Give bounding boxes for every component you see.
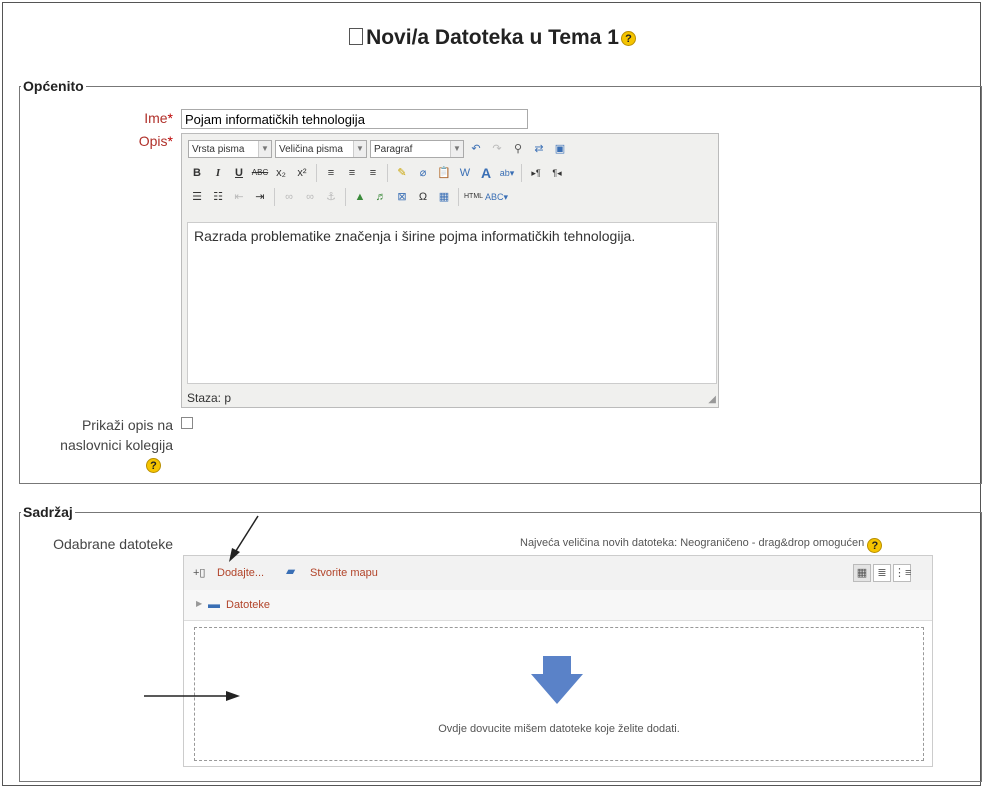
text-color-icon[interactable]: A [477,164,495,182]
expand-arrow-icon[interactable]: ▶ [196,599,202,608]
replace-icon[interactable]: ⇄ [530,140,548,158]
bold-icon[interactable]: B [188,164,206,182]
document-icon [349,28,364,45]
help-icon[interactable]: ? [867,538,883,553]
file-picker-toolbar: +▯ Dodajte... ▰ Stvorite mapu ▦ ≣ ⋮≡ [184,556,932,591]
unlink-icon[interactable]: ∞ [301,188,319,206]
find-icon[interactable]: ⚲ [509,140,527,158]
subscript-icon[interactable]: x₂ [272,164,290,182]
indent-icon[interactable]: ⇥ [251,188,269,206]
drop-instructions: Ovdje dovucite mišem datoteke koje želit… [438,723,680,735]
strikethrough-icon[interactable]: ABC [251,164,269,182]
italic-icon[interactable]: I [209,164,227,182]
editor-toolbar-row-2: B I U ABC x₂ x² ≡ ≡ ≡ ✎ ⌀ 📋 W A ab▾ ▸¶ ¶… [188,162,566,184]
resize-handle-icon[interactable]: ◢ [708,394,716,405]
view-icons-icon[interactable]: ▦ [853,564,871,582]
path-datoteke[interactable]: Datoteke [226,599,270,611]
name-input[interactable] [181,109,528,129]
annotation-arrow-add [229,515,259,562]
create-folder-icon[interactable]: ▰ [286,564,295,578]
upload-limit-text: Najveća veličina novih datoteka: Neogran… [520,537,883,553]
special-char-icon[interactable]: Ω [414,188,432,206]
folder-icon: ▬ [208,597,220,611]
undo-icon[interactable]: ↶ [467,140,485,158]
ltr-icon[interactable]: ▸¶ [527,164,545,182]
annotation-arrow-dropzone [144,691,240,701]
toolbar-separator [521,164,522,182]
fullscreen-icon[interactable]: ▣ [551,140,569,158]
selected-files-label: Odabrane datoteke [53,536,173,552]
font-family-select[interactable]: Vrsta pisma ▼ [188,140,272,158]
page-title: Novi/a Datoteka u Tema 1? [0,26,985,50]
content-legend: Sadržaj [21,504,75,520]
file-picker: +▯ Dodajte... ▰ Stvorite mapu ▦ ≣ ⋮≡ ▶ ▬… [183,555,933,767]
description-editor: Vrsta pisma ▼ Veličina pisma ▼ Paragraf ▼ ↶… [181,133,719,408]
help-icon[interactable]: ? [620,31,636,46]
add-file-icon[interactable]: +▯ [193,566,205,579]
help-icon[interactable]: ? [146,458,161,473]
editor-status-path: Staza: p [187,391,232,405]
description-text: Razrada problematike značenja i širine p… [194,228,636,244]
paragraph-select[interactable]: Paragraf ▼ [370,140,464,158]
anchor-icon[interactable]: ⚓ [322,188,340,206]
show-description-checkbox[interactable] [181,417,193,429]
underline-icon[interactable]: U [230,164,248,182]
align-right-icon[interactable]: ≡ [364,164,382,182]
align-left-icon[interactable]: ≡ [322,164,340,182]
outdent-icon[interactable]: ⇤ [230,188,248,206]
rtl-icon[interactable]: ¶◂ [548,164,566,182]
numbered-list-icon[interactable]: ☷ [209,188,227,206]
align-center-icon[interactable]: ≡ [343,164,361,182]
show-description-label: Prikaži opis na naslovnici kolegija [60,417,173,453]
image-icon[interactable]: ▲ [351,188,369,206]
view-list-icon[interactable]: ≣ [873,564,891,582]
html-source-icon[interactable]: HTML [464,188,483,206]
paste-word-icon[interactable]: W [456,164,474,182]
spellcheck-icon[interactable]: ABC▾ [485,188,508,206]
link-icon[interactable]: ∞ [280,188,298,206]
highlight-color-icon[interactable]: ab▾ [498,164,516,182]
superscript-icon[interactable]: x² [293,164,311,182]
redo-icon[interactable]: ↷ [488,140,506,158]
name-label: Ime* [144,110,173,126]
general-legend: Općenito [21,78,86,94]
toolbar-separator [274,188,275,206]
description-label: Opis* [138,133,173,149]
add-file-link[interactable]: Dodajte... [217,567,264,579]
remove-format-icon[interactable]: ⌀ [414,164,432,182]
insert-table-icon[interactable]: ▦ [435,188,453,206]
view-tree-icon[interactable]: ⋮≡ [893,564,911,582]
editor-toolbar-row-1: Vrsta pisma ▼ Veličina pisma ▼ Paragraf ▼ ↶… [188,138,569,160]
drop-zone[interactable]: Ovdje dovucite mišem datoteke koje želit… [194,627,924,761]
editor-toolbar-row-3: ☰ ☷ ⇤ ⇥ ∞ ∞ ⚓ ▲ ♬ ⊠ Ω ▦ HTML ABC▾ [188,186,508,208]
clean-up-icon[interactable]: ✎ [393,164,411,182]
font-size-select[interactable]: Veličina pisma ▼ [275,140,367,158]
create-folder-link[interactable]: Stvorite mapu [310,567,378,579]
bullet-list-icon[interactable]: ☰ [188,188,206,206]
toolbar-separator [387,164,388,182]
paste-text-icon[interactable]: 📋 [435,164,453,182]
media-icon[interactable]: ♬ [372,188,390,206]
file-picker-path: ▶ ▬ Datoteke [184,590,932,621]
moodle-media-icon[interactable]: ⊠ [393,188,411,206]
toolbar-separator [458,188,459,206]
drop-arrow-icon [531,656,583,704]
description-text-area[interactable]: Razrada problematike značenja i širine p… [187,222,717,384]
toolbar-separator [316,164,317,182]
toolbar-separator [345,188,346,206]
